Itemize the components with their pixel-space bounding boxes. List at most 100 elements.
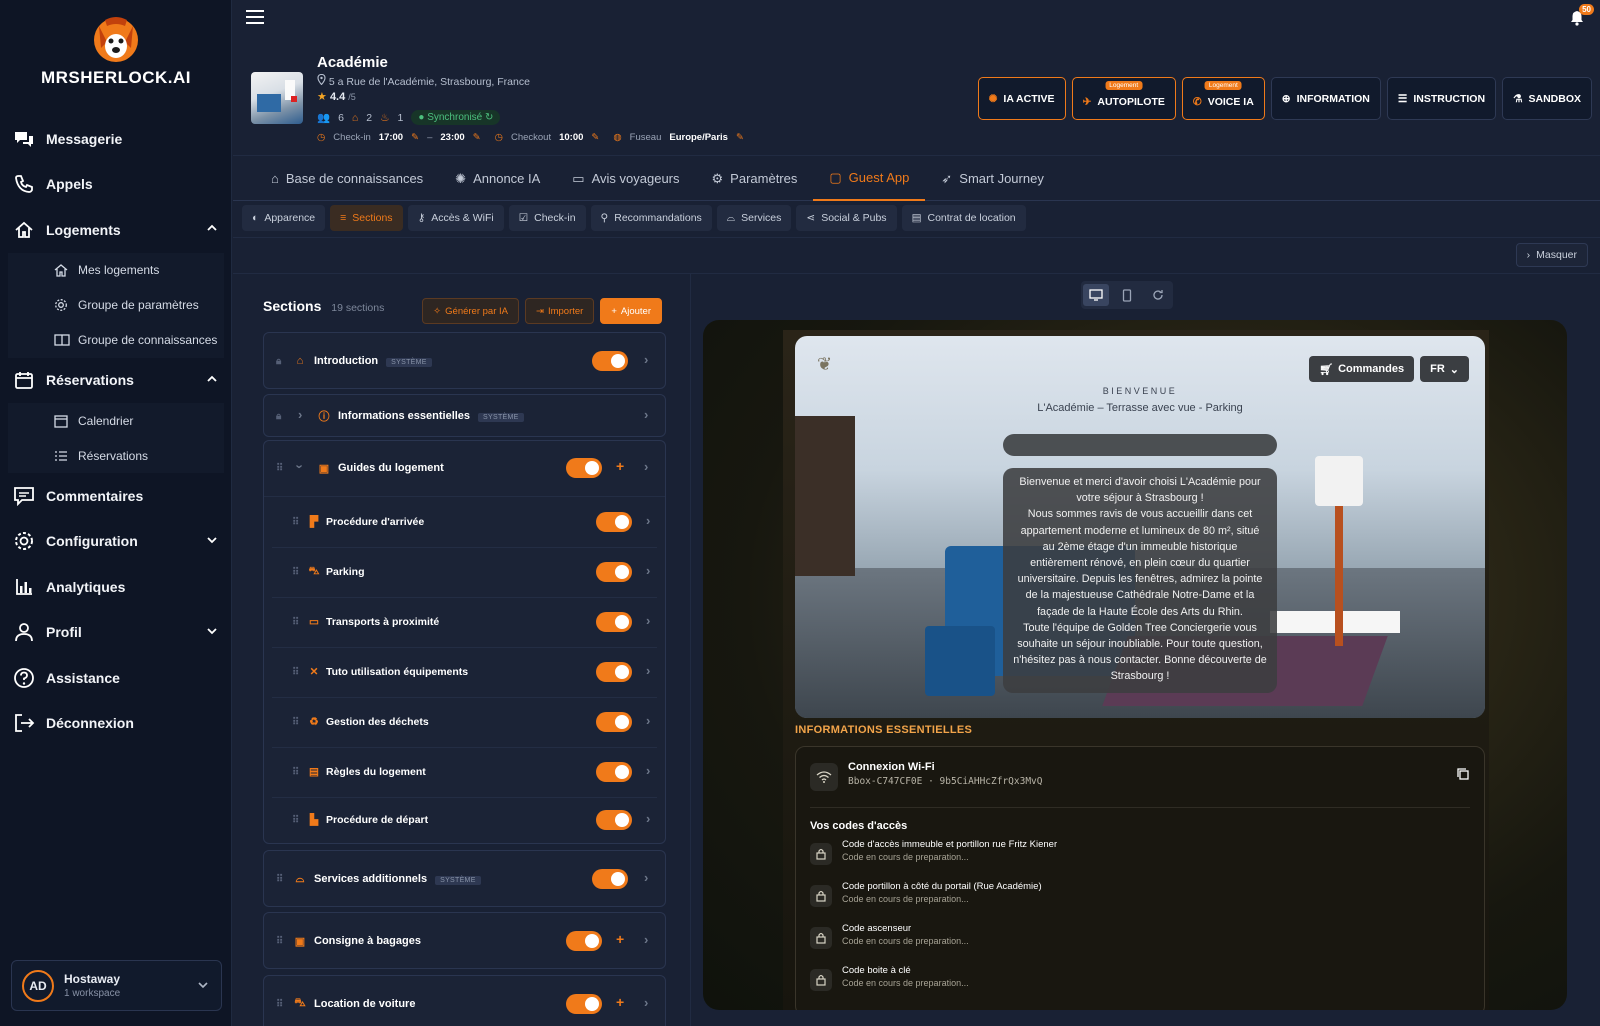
drag-handle-icon[interactable]: ⠿ (276, 936, 283, 947)
subsection-row[interactable]: ⠿ ▛ Procédure d'arrivée › (264, 497, 665, 547)
nav-groupe-connaissances[interactable]: Groupe de connaissances (8, 322, 224, 358)
nav-mes-logements[interactable]: Mes logements (8, 252, 224, 288)
subsection-toggle[interactable] (596, 712, 632, 732)
section-row[interactable]: ⠿ ⛍ Location de voiture + › (264, 979, 665, 1026)
desktop-view-icon[interactable] (1083, 284, 1110, 306)
nav-configuration[interactable]: Configuration (0, 519, 232, 565)
subsection-row[interactable]: ⠿ ⛍ Parking › (264, 547, 665, 597)
checkin-end-time[interactable]: 23:00 (440, 132, 464, 143)
tab-guest-app[interactable]: ▢ Guest App (813, 156, 926, 201)
nav-appels[interactable]: Appels (0, 162, 232, 208)
tab-avis-voyageurs[interactable]: ▭ Avis voyageurs (556, 156, 695, 201)
subsection-toggle[interactable] (596, 810, 632, 830)
nav-profil[interactable]: Profil (0, 610, 232, 656)
tab-annonce-ia[interactable]: ✺ Annonce IA (439, 156, 556, 201)
chevron-right-icon[interactable]: › (644, 459, 648, 474)
subtab-social-pubs[interactable]: ⋖ Social & Pubs (796, 205, 897, 231)
chevron-right-icon[interactable]: › (646, 513, 650, 528)
section-toggle[interactable] (566, 931, 602, 951)
chevron-right-icon[interactable]: › (646, 613, 650, 628)
nav-reservations-list[interactable]: Réservations (8, 438, 224, 473)
workspace-switcher[interactable]: AD Hostaway 1 workspace (11, 960, 222, 1011)
checkin-time[interactable]: 17:00 (379, 132, 403, 143)
nav-reservations[interactable]: Réservations (0, 358, 232, 404)
sync-badge[interactable]: ● Synchronisé ↻ (411, 110, 501, 125)
drag-handle-icon[interactable]: ⠿ (276, 999, 283, 1010)
edit-icon[interactable]: ✎ (473, 132, 481, 143)
chevron-right-icon[interactable]: › (646, 713, 650, 728)
add-subsection-icon[interactable]: + (616, 931, 624, 947)
section-card-expanded[interactable]: ⠿ › ▣ Guides du logement + › ⠿ ▛ Procédu… (263, 440, 666, 844)
section-card[interactable]: ⠿ ⛍ Location de voiture + › (263, 975, 666, 1026)
subtab-services[interactable]: ⌓ Services (716, 205, 792, 231)
section-row[interactable]: ⠿ ⌓ Services additionnels SYSTÈME › (264, 854, 665, 904)
voice-ia-button[interactable]: Logement ✆ VOICE IA (1181, 77, 1265, 120)
subsection-row[interactable]: ⠿ ▙ Procédure de départ › (264, 795, 665, 845)
section-toggle[interactable] (592, 351, 628, 371)
drag-handle-icon[interactable]: ⠿ (292, 815, 299, 826)
tab-parametres[interactable]: ⚙ Paramètres (696, 156, 814, 201)
drag-handle-icon[interactable]: ⠿ (292, 567, 299, 578)
property-thumbnail[interactable] (251, 72, 303, 124)
subtab-acces-wifi[interactable]: ⚷ Accès & WiFi (407, 205, 504, 231)
subsection-row[interactable]: ⠿ ♻ Gestion des déchets › (264, 697, 665, 747)
edit-icon[interactable]: ✎ (591, 132, 599, 143)
section-card[interactable]: 🔒︎ ⌂ Introduction SYSTÈME › (263, 332, 666, 389)
chevron-right-icon[interactable]: › (644, 932, 648, 947)
nav-calendrier[interactable]: Calendrier (8, 403, 224, 438)
tz-value[interactable]: Europe/Paris (669, 132, 728, 143)
section-toggle[interactable] (566, 994, 602, 1014)
autopilote-button[interactable]: Logement ✈ AUTOPILOTE (1071, 77, 1176, 120)
chevron-right-icon[interactable]: › (644, 870, 648, 885)
tab-smart-journey[interactable]: ➶ Smart Journey (925, 156, 1059, 201)
access-code-row[interactable]: Code boite à clé Code en cours de prepar… (810, 965, 1470, 999)
nav-deconnexion[interactable]: Déconnexion (0, 701, 232, 747)
nav-groupe-parametres[interactable]: Groupe de paramètres (8, 287, 224, 323)
chevron-right-icon[interactable]: › (644, 407, 648, 422)
nav-messagerie[interactable]: Messagerie (0, 116, 232, 162)
subtab-check-in[interactable]: ☑ Check-in (508, 205, 586, 231)
section-toggle[interactable] (566, 458, 602, 478)
chevron-right-icon[interactable]: › (646, 663, 650, 678)
add-section-button[interactable]: + Ajouter (600, 298, 662, 324)
language-select[interactable]: FR ⌄ (1420, 356, 1469, 382)
drag-handle-icon[interactable]: ⠿ (292, 667, 299, 678)
mobile-view-icon[interactable] (1114, 284, 1140, 306)
chevron-right-icon[interactable]: › (646, 763, 650, 778)
add-subsection-icon[interactable]: + (616, 994, 624, 1010)
nav-logements[interactable]: Logements (0, 207, 232, 253)
nav-commentaires[interactable]: Commentaires (0, 473, 232, 519)
drag-handle-icon[interactable]: ⠿ (276, 463, 283, 474)
drag-handle-icon[interactable]: ⠿ (276, 874, 283, 885)
subsection-row[interactable]: ⠿ ✕ Tuto utilisation équipements › (264, 647, 665, 697)
wifi-row[interactable]: Connexion Wi-Fi Bbox-C747CF0E · 9b5CiAHH… (810, 759, 1470, 803)
subsection-row[interactable]: ⠿ ▭ Transports à proximité › (264, 597, 665, 647)
nav-analytiques[interactable]: Analytiques (0, 564, 232, 610)
subsection-toggle[interactable] (596, 612, 632, 632)
hamburger-menu-icon[interactable] (245, 9, 265, 28)
section-card[interactable]: ⠿ ▣ Consigne à bagages + › (263, 912, 666, 969)
subsection-toggle[interactable] (596, 662, 632, 682)
instruction-button[interactable]: ☰ INSTRUCTION (1386, 77, 1497, 120)
section-card[interactable]: ⠿ ⌓ Services additionnels SYSTÈME › (263, 850, 666, 907)
drag-handle-icon[interactable]: ⠿ (292, 617, 299, 628)
sandbox-button[interactable]: ⚗ SANDBOX (1502, 77, 1592, 120)
chevron-right-icon[interactable]: › (646, 563, 650, 578)
drag-handle-icon[interactable]: ⠿ (292, 767, 299, 778)
section-toggle[interactable] (592, 869, 628, 889)
subsection-toggle[interactable] (596, 762, 632, 782)
chevron-right-icon[interactable]: › (644, 995, 648, 1010)
subsection-toggle[interactable] (596, 562, 632, 582)
section-row[interactable]: 🔒︎ › ⓘ Informations essentielles SYSTÈME … (264, 391, 665, 441)
ia-active-button[interactable]: ✺ IA ACTIVE (977, 77, 1066, 120)
chevron-right-icon[interactable]: › (646, 811, 650, 826)
section-card[interactable]: 🔒︎ › ⓘ Informations essentielles SYSTÈME … (263, 394, 666, 437)
tab-base-connaissances[interactable]: ⌂ Base de connaissances (255, 156, 439, 201)
subsection-toggle[interactable] (596, 512, 632, 532)
masquer-button[interactable]: › Masquer (1515, 243, 1588, 267)
commandes-button[interactable]: 🛒︎ Commandes (1309, 356, 1415, 382)
checkout-time[interactable]: 10:00 (559, 132, 583, 143)
subsection-row[interactable]: ⠿ ▤ Règles du logement › (264, 747, 665, 797)
refresh-icon[interactable] (1145, 284, 1171, 306)
nav-assistance[interactable]: Assistance (0, 655, 232, 701)
